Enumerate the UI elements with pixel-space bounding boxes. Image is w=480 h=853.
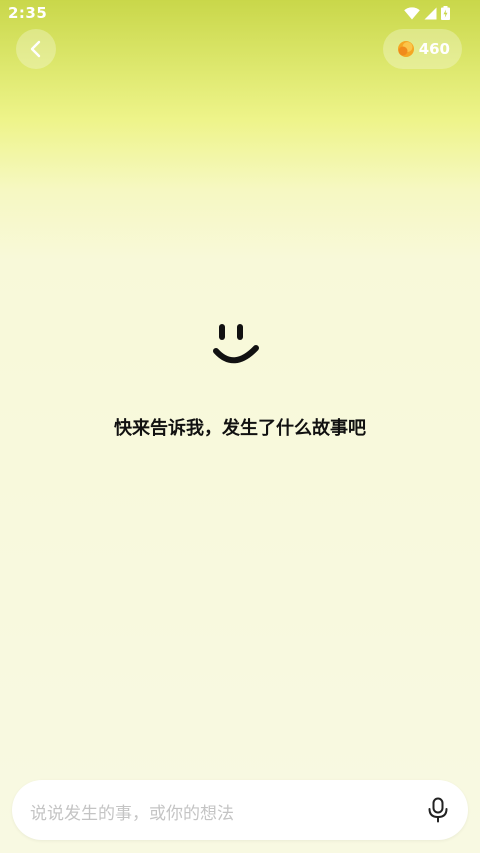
prompt-text: 快来告诉我，发生了什么故事吧 bbox=[114, 418, 366, 439]
battery-icon bbox=[441, 6, 450, 20]
story-input[interactable]: 说说发生的事，或你的想法 bbox=[12, 780, 468, 840]
status-time: 2:35 bbox=[8, 4, 48, 22]
chevron-left-icon bbox=[30, 40, 41, 58]
back-button[interactable] bbox=[16, 29, 56, 69]
input-placeholder: 说说发生的事，或你的想法 bbox=[30, 804, 234, 824]
status-icons bbox=[404, 6, 450, 20]
smile-face-icon bbox=[213, 324, 259, 364]
microphone-icon bbox=[428, 797, 448, 823]
coin-icon bbox=[397, 41, 414, 57]
wifi-icon bbox=[404, 6, 420, 19]
microphone-button[interactable] bbox=[422, 794, 454, 826]
signal-icon bbox=[424, 7, 437, 19]
coin-balance-button[interactable]: 460 bbox=[382, 29, 462, 69]
coin-count: 460 bbox=[418, 40, 450, 58]
status-bar: 2:35 bbox=[0, 0, 480, 28]
